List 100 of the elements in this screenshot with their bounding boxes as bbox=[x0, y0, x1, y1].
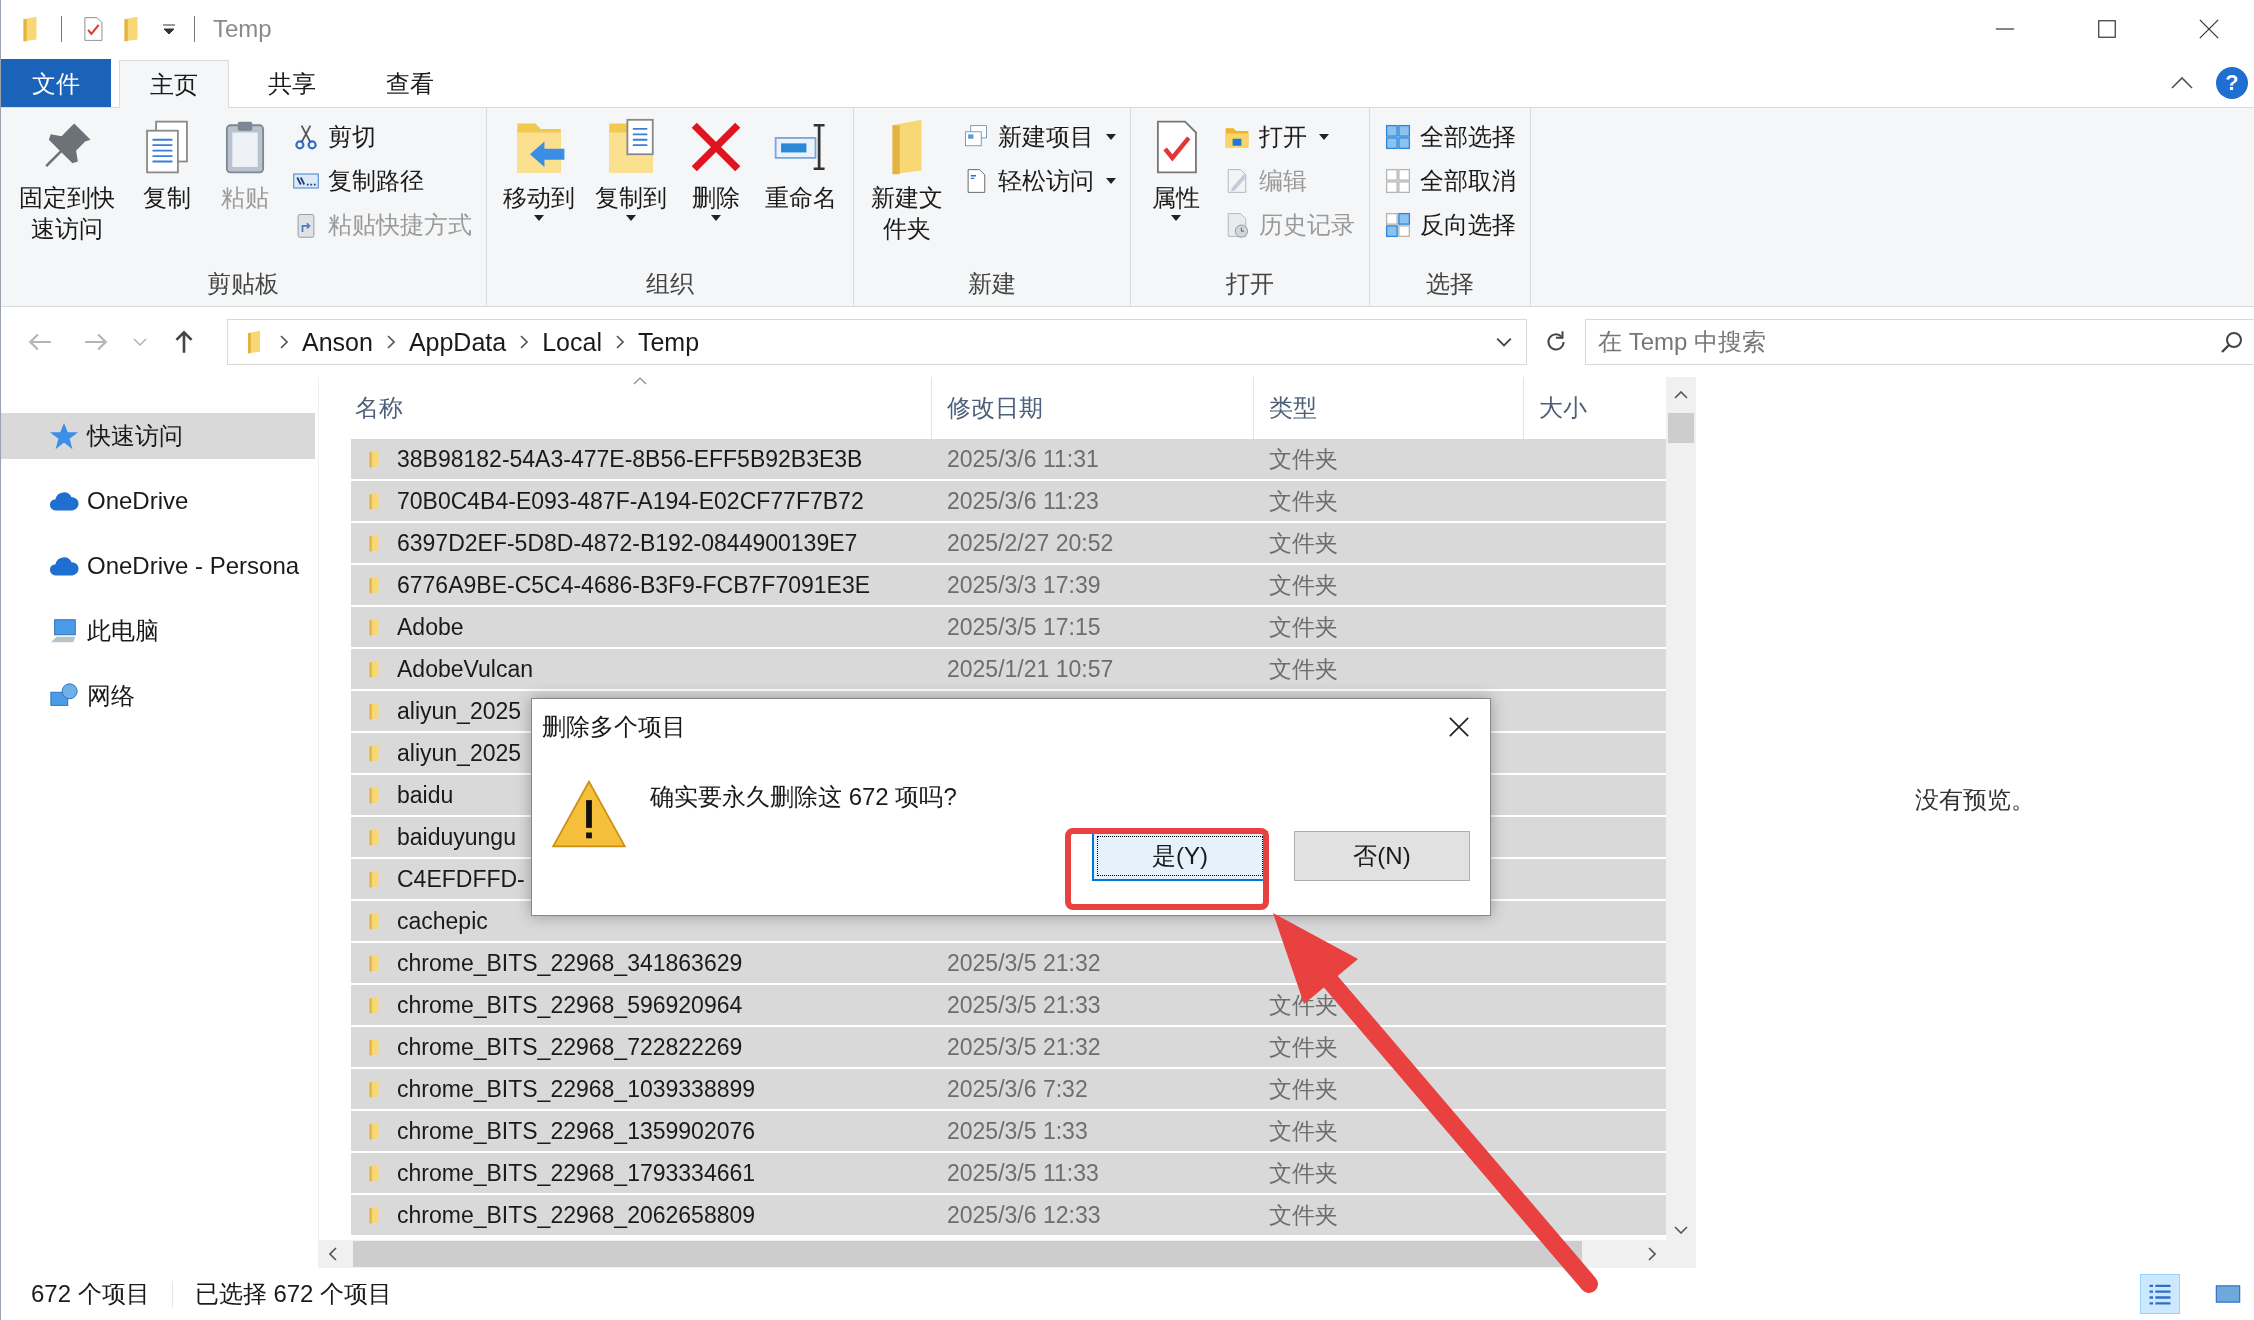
grid-icon bbox=[1384, 211, 1413, 239]
ribbon-button[interactable]: 复制到 bbox=[586, 114, 675, 266]
help-button[interactable]: ? bbox=[2216, 67, 2248, 99]
file-row[interactable]: 70B0C4B4-E093-487F-A194-E02CF77F7B72 2025/3/6 11:23 文件夹 bbox=[351, 481, 1666, 521]
ribbon-button[interactable]: 打开 bbox=[1217, 116, 1362, 158]
date-cell: 2025/3/5 21:33 bbox=[947, 991, 1101, 1019]
date-cell: 2025/3/5 21:32 bbox=[947, 1033, 1101, 1061]
sidebar-item[interactable]: 快速访问 bbox=[1, 413, 315, 459]
file-name: 6397D2EF-5D8D-4872-B192-0844900139E7 bbox=[397, 529, 858, 557]
file-name: chrome_BITS_22968_1039338899 bbox=[397, 1075, 756, 1103]
file-row[interactable]: chrome_BITS_22968_2062658809 2025/3/6 12:33 文件夹 bbox=[351, 1195, 1666, 1235]
chevron-down-icon[interactable] bbox=[1496, 337, 1512, 347]
date-cell: 2025/3/3 17:39 bbox=[947, 571, 1101, 599]
file-row[interactable]: 6397D2EF-5D8D-4872-B192-0844900139E7 2025/2/27 20:52 文件夹 bbox=[351, 523, 1666, 563]
details-view-button[interactable] bbox=[2140, 1274, 2180, 1314]
type-cell-text: 文件夹 bbox=[1269, 486, 1338, 516]
dialog-button[interactable]: 否(N) bbox=[1294, 831, 1470, 881]
ribbon-tab[interactable]: 查看 bbox=[355, 59, 465, 107]
ribbon-button[interactable]: 复制 bbox=[129, 114, 204, 266]
date-cell: 2025/3/5 17:15 bbox=[947, 613, 1101, 641]
file-name: 70B0C4B4-E093-487F-A194-E02CF77F7B72 bbox=[397, 487, 864, 515]
chevron-down-icon[interactable] bbox=[1674, 1226, 1688, 1234]
breadcrumb[interactable]: AppData bbox=[408, 327, 507, 357]
vertical-scrollbar[interactable] bbox=[1666, 377, 1696, 1268]
ribbon-button[interactable]: 重命名 bbox=[756, 114, 845, 266]
file-row[interactable]: chrome_BITS_22968_722822269 2025/3/5 21:32 文件夹 bbox=[351, 1027, 1666, 1067]
chevron-right-icon[interactable] bbox=[615, 335, 624, 349]
grid-icon bbox=[1384, 123, 1413, 151]
scroll-thumb[interactable] bbox=[1668, 413, 1694, 443]
file-name: chrome_BITS_22968_1793334661 bbox=[397, 1159, 756, 1187]
chevron-right-icon[interactable] bbox=[520, 335, 529, 349]
file-row[interactable]: chrome_BITS_22968_1039338899 2025/3/6 7:32 文件夹 bbox=[351, 1069, 1666, 1109]
ribbon-button[interactable]: 移动到 bbox=[494, 114, 583, 266]
ribbon-button[interactable]: 新建项目 bbox=[956, 116, 1123, 158]
sidebar-item[interactable]: OneDrive bbox=[1, 478, 315, 524]
file-row[interactable]: chrome_BITS_22968_1793334661 2025/3/5 11:33 文件夹 bbox=[351, 1153, 1666, 1193]
maximize-icon[interactable] bbox=[2096, 17, 2118, 40]
star-icon bbox=[49, 421, 79, 451]
date-cell: 2025/1/21 10:57 bbox=[947, 655, 1114, 683]
ribbon-button[interactable]: 全部选择 bbox=[1378, 116, 1523, 158]
file-name: C4EFDFFD- bbox=[397, 865, 525, 893]
file-name: AdobeVulcan bbox=[397, 655, 533, 683]
chevron-up-icon[interactable] bbox=[1674, 391, 1688, 399]
chevron-right-icon[interactable] bbox=[280, 335, 288, 349]
sidebar-item[interactable]: 网络 bbox=[1, 673, 315, 719]
ribbon-button[interactable]: 全部取消 bbox=[1378, 160, 1523, 202]
ribbon-button[interactable]: 剪切 bbox=[285, 116, 478, 158]
ribbon-button[interactable]: 新建文件夹 bbox=[861, 114, 953, 266]
type-cell-text: 文件夹 bbox=[1269, 1074, 1338, 1104]
breadcrumb[interactable]: Temp bbox=[637, 327, 700, 357]
file-name: chrome_BITS_22968_1359902076 bbox=[397, 1117, 756, 1145]
file-name: baidu bbox=[397, 781, 454, 809]
dropdown-icon[interactable] bbox=[162, 22, 176, 35]
file-row[interactable]: AdobeVulcan 2025/1/21 10:57 文件夹 bbox=[351, 649, 1666, 689]
sidebar-item[interactable]: 此电脑 bbox=[1, 608, 315, 654]
ribbon-tab[interactable]: 文件 bbox=[1, 59, 111, 107]
column-header[interactable]: 大小 bbox=[1524, 377, 1654, 439]
group-label: 新建 bbox=[967, 269, 1017, 299]
dialog-title: 删除多个项目 bbox=[542, 712, 686, 742]
chevron-right-icon[interactable] bbox=[386, 335, 395, 349]
sidebar-item[interactable]: OneDrive - Persona bbox=[1, 543, 315, 589]
scroll-thumb[interactable] bbox=[353, 1241, 1582, 1267]
ribbon-button[interactable]: 删除 bbox=[678, 114, 753, 266]
ribbon-button[interactable]: 固定到快速访问 bbox=[9, 114, 126, 266]
selection-count: 已选择 672 个项目 bbox=[194, 1279, 393, 1309]
preview-message: 没有预览。 bbox=[1915, 784, 2035, 815]
ribbon-button[interactable]: 轻松访问 bbox=[956, 160, 1123, 202]
file-name: chrome_BITS_22968_2062658809 bbox=[397, 1201, 756, 1229]
breadcrumb[interactable]: Local bbox=[542, 327, 602, 357]
file-name: cachepic bbox=[397, 907, 488, 935]
file-row[interactable]: Adobe 2025/3/5 17:15 文件夹 bbox=[351, 607, 1666, 647]
file-row[interactable]: chrome_BITS_22968_341863629 2025/3/5 21:32 bbox=[351, 943, 1666, 983]
ribbon-tab[interactable]: 主页 bbox=[119, 60, 229, 108]
group-label: 选择 bbox=[1425, 269, 1476, 299]
file-name: chrome_BITS_22968_341863629 bbox=[397, 949, 743, 977]
group-label: 组织 bbox=[644, 269, 695, 299]
file-row[interactable]: 6776A9BE-C5C4-4686-B3F9-FCB7F7091E3E 2025/3/3 17:39 文件夹 bbox=[351, 565, 1666, 605]
file-name: aliyun_2025 bbox=[397, 739, 522, 767]
breadcrumb[interactable]: Anson bbox=[302, 327, 373, 357]
type-cell-text: 文件夹 bbox=[1269, 1158, 1338, 1188]
ribbon-button[interactable]: 反向选择 bbox=[1378, 204, 1523, 246]
address-bar[interactable]: Anson AppData Local Temp bbox=[227, 319, 1527, 365]
search-field[interactable]: 在 Temp 中搜索 bbox=[1585, 319, 2254, 365]
chevron-left-icon[interactable] bbox=[329, 1247, 337, 1261]
file-row[interactable]: 38B98182-54A3-477E-8B56-EFF5B92B3E3B 2025/3/6 11:31 文件夹 bbox=[351, 439, 1666, 479]
file-name: 6776A9BE-C5C4-4686-B3F9-FCB7F7091E3E bbox=[397, 571, 871, 599]
ribbon-tab[interactable]: 共享 bbox=[237, 59, 347, 107]
horizontal-scrollbar[interactable] bbox=[319, 1240, 1666, 1268]
date-cell: 2025/3/6 11:23 bbox=[947, 487, 1099, 515]
chevron-up-icon[interactable] bbox=[2170, 76, 2194, 90]
date-cell: 2025/2/27 20:52 bbox=[947, 529, 1114, 557]
file-name: baiduyungu bbox=[397, 823, 516, 851]
file-row[interactable]: chrome_BITS_22968_1359902076 2025/3/5 1:33 文件夹 bbox=[351, 1111, 1666, 1151]
type-cell-text: 文件夹 bbox=[1269, 528, 1338, 558]
ribbon-button[interactable]: 属性 bbox=[1139, 114, 1214, 266]
date-cell: 2025/3/6 7:32 bbox=[947, 1075, 1088, 1103]
chevron-right-icon[interactable] bbox=[1648, 1247, 1656, 1261]
close-icon[interactable] bbox=[2198, 17, 2220, 40]
close-icon[interactable] bbox=[1448, 716, 1470, 738]
ribbon-button[interactable]: 复制路径 bbox=[285, 160, 478, 202]
